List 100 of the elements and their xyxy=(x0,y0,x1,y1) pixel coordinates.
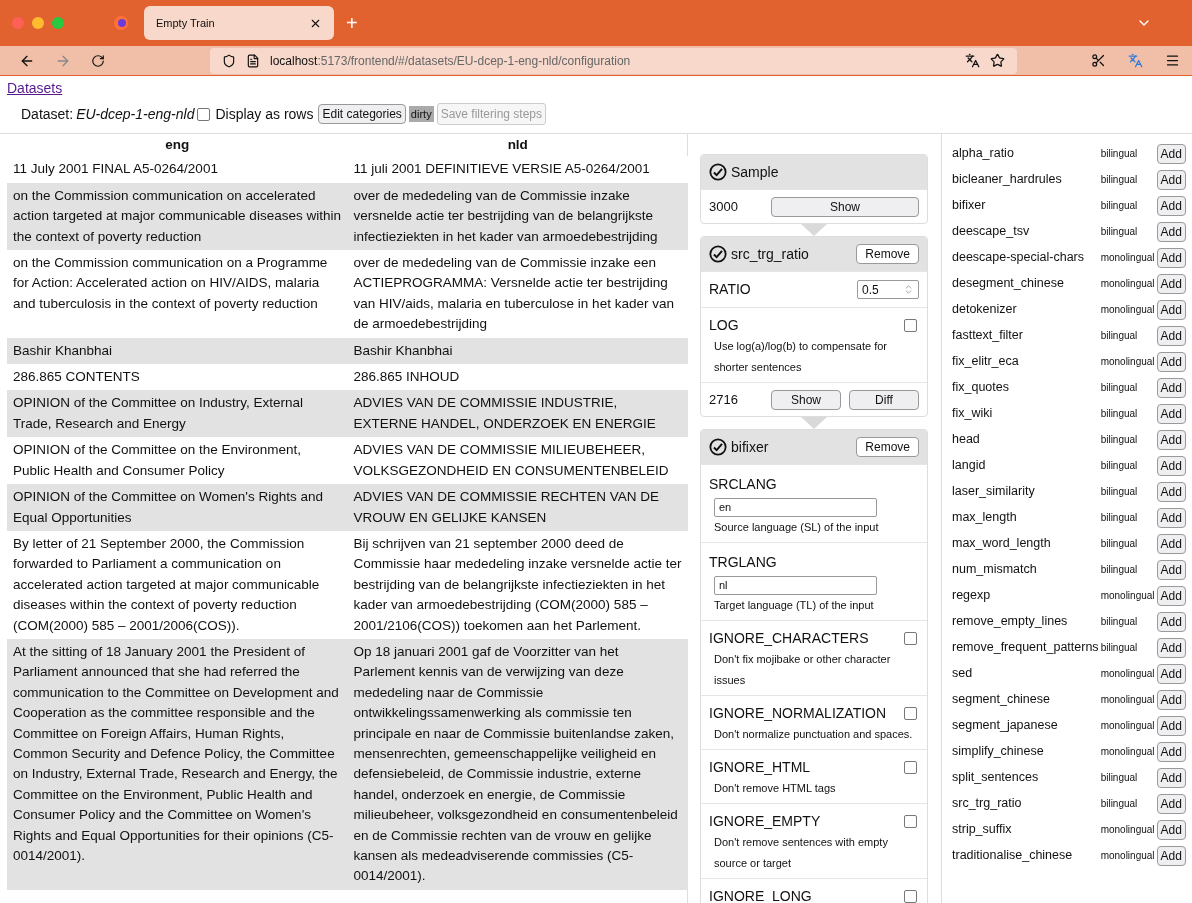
filter-type: bilingual xyxy=(1100,322,1157,348)
parameter-name: SRCLANG xyxy=(709,476,777,492)
filter-type: monolingual xyxy=(1100,348,1157,374)
table-cell: OPINION of the Committee on the Environment, Public Health and Consumer Policy xyxy=(7,437,348,485)
parameter-name: IGNORE_HTML xyxy=(709,758,811,777)
add-button[interactable]: Add xyxy=(1156,274,1186,294)
add-button[interactable]: Add xyxy=(1156,534,1186,554)
step-title: src_trg_ratio xyxy=(731,244,810,264)
add-button[interactable]: Add xyxy=(1156,742,1186,762)
add-button[interactable]: Add xyxy=(1156,560,1186,580)
add-button[interactable]: Add xyxy=(1156,508,1186,528)
browser-tab[interactable]: Empty Train xyxy=(144,6,334,40)
add-button[interactable]: Add xyxy=(1156,300,1186,320)
table-cell: ADVIES VAN DE COMMISSIE RECHTEN VAN DE VROUW EN GELIJKE KANSEN xyxy=(347,484,688,531)
filter-type: monolingual xyxy=(1100,686,1157,712)
filter-type: monolingual xyxy=(1100,582,1157,608)
checkbox[interactable] xyxy=(904,890,917,903)
add-button[interactable]: Add xyxy=(1156,482,1186,502)
filter-type: monolingual xyxy=(1100,270,1157,296)
table-cell: By letter of 21 September 2000, the Commission forwarded to Parliament a communication on accelerated action targeted at major communicable diseases within the context of poverty reduction (COM(2000) 585 – 2001/2006(COS)). xyxy=(7,530,348,639)
remove-button[interactable]: Remove xyxy=(856,244,919,264)
table-cell: 286.865 CONTENTS xyxy=(7,364,348,391)
table-cell: Op 18 januari 2001 gaf de Voorzitter van het Parlement kennis van de verwijzing van deze mededeling naar de Commissie ontwikkelingssamenwerking als commissie ten principale en naar de Commissie buitenlandse zaken, mensenrechten, gemeenschappelijke veiligheid en defensiebeleid, de Commissie industrie, externe handel, onderzoek en energie, de Commissie milieubeheer, volksgezondheid en consumentenbeleid en de Commissie rechten van de vrouw en gelijke kansen als medeadviserende commissies (C5-0014/2001). xyxy=(347,638,688,890)
filter-name: src_trg_ratio xyxy=(952,790,1101,816)
status-badge: dirty xyxy=(408,105,434,123)
text-field[interactable]: nl xyxy=(714,576,877,595)
edit-categories-button[interactable]: Edit categories xyxy=(318,104,406,124)
parameter-name: RATIO xyxy=(709,280,751,299)
add-button[interactable]: Add xyxy=(1156,456,1186,476)
checkbox[interactable] xyxy=(904,815,917,828)
filter-name: num_mismatch xyxy=(952,556,1101,582)
filter-type: monolingual xyxy=(1100,660,1157,686)
filter-name: segment_chinese xyxy=(952,686,1101,712)
table-cell: Bashir Khanbhai xyxy=(347,337,688,365)
add-button[interactable]: Add xyxy=(1156,768,1186,788)
filter-name: regexp xyxy=(952,582,1101,608)
bookmark-star-icon[interactable] xyxy=(990,53,1005,68)
step-button[interactable]: Diff xyxy=(849,389,919,410)
add-button[interactable]: Add xyxy=(1156,404,1186,424)
filter-type: bilingual xyxy=(1100,608,1157,634)
add-button[interactable]: Add xyxy=(1156,586,1186,606)
text-field[interactable]: en xyxy=(714,498,877,517)
table-cell: ADVIES VAN DE COMMISSIE INDUSTRIE, EXTERNE HANDEL, ONDERZOEK EN ENERGIE xyxy=(347,390,688,438)
filter-name: alpha_ratio xyxy=(952,140,1101,166)
reload-icon[interactable] xyxy=(91,53,105,68)
step-button[interactable]: Show xyxy=(771,389,841,410)
table-cell: Bij schrijven van 21 september 2000 deed de Commissie haar mededeling inzake versnelde actie ter bestrijding van de belangrijkste infectieziekten in het kader van armoedebestrijding (COM(2000) 585 – 2001/2106(COS)) toekomen aan het Parlement. xyxy=(347,530,688,639)
add-button[interactable]: Add xyxy=(1156,716,1186,736)
add-button[interactable]: Add xyxy=(1156,222,1186,242)
breadcrumb-link[interactable]: Datasets xyxy=(7,80,63,96)
translate-icon[interactable] xyxy=(965,53,980,68)
table-cell: 286.865 INHOUD xyxy=(347,364,688,391)
translate-extension-icon[interactable] xyxy=(1128,53,1143,68)
page-icon xyxy=(246,53,260,68)
checkbox[interactable] xyxy=(904,761,917,774)
parameter-description: Don't remove HTML tags xyxy=(713,781,837,796)
add-button[interactable]: Add xyxy=(1156,430,1186,450)
checkbox[interactable] xyxy=(904,707,917,720)
filter-type: monolingual xyxy=(1100,244,1157,270)
add-button[interactable]: Add xyxy=(1156,170,1186,190)
add-button[interactable]: Add xyxy=(1156,196,1186,216)
add-button[interactable]: Add xyxy=(1156,820,1186,840)
menu-icon[interactable] xyxy=(1165,53,1180,68)
filter-name: head xyxy=(952,426,1101,452)
filter-name: langid xyxy=(952,452,1101,478)
parameter-name: LOG xyxy=(709,316,739,335)
shield-icon xyxy=(222,53,236,68)
filter-type: monolingual xyxy=(1100,296,1157,322)
dataset-name: EU-dcep-1-eng-nld xyxy=(76,104,195,124)
checkbox[interactable] xyxy=(904,319,917,332)
table-cell: over de mededeling van de Commissie inzake versnelde actie ter bestrijding van de belangrijkste infectieziekten in het kader van armoedebestrijding xyxy=(347,182,688,251)
filter-type: bilingual xyxy=(1100,140,1157,166)
number-field[interactable]: 0.5 xyxy=(857,280,919,299)
checkbox[interactable] xyxy=(904,632,917,645)
step-button[interactable]: Show xyxy=(771,196,919,217)
screenshot-icon[interactable] xyxy=(1091,53,1106,68)
check-circle-icon xyxy=(709,163,727,181)
filter-type: bilingual xyxy=(1100,166,1157,192)
parameter-description: Don't fix mojibake or other character issues xyxy=(713,652,892,688)
add-button[interactable]: Add xyxy=(1156,378,1186,398)
filter-name: strip_suffix xyxy=(952,816,1101,842)
checkbox[interactable] xyxy=(197,107,211,121)
row-count: 3000 xyxy=(709,197,739,216)
add-button[interactable]: Add xyxy=(1156,638,1186,658)
add-button[interactable]: Add xyxy=(1156,352,1186,372)
address-bar[interactable]: localhost:5173/frontend/#/datasets/EU-dcep-1-eng-nld/configuration xyxy=(210,47,1017,74)
column-header: nld xyxy=(347,134,688,157)
table-cell: OPINION of the Committee on Industry, External Trade, Research and Energy xyxy=(7,390,348,438)
add-button[interactable]: Add xyxy=(1156,664,1186,684)
add-button[interactable]: Add xyxy=(1156,846,1186,866)
remove-button[interactable]: Remove xyxy=(856,437,919,457)
filter-type: bilingual xyxy=(1100,426,1157,452)
add-button[interactable]: Add xyxy=(1156,326,1186,346)
filter-type: bilingual xyxy=(1100,218,1157,244)
add-button[interactable]: Add xyxy=(1156,144,1186,164)
filter-type: bilingual xyxy=(1100,400,1157,426)
add-button[interactable]: Add xyxy=(1156,690,1186,710)
add-button[interactable]: Add xyxy=(1156,248,1186,268)
add-button[interactable]: Add xyxy=(1156,612,1186,632)
add-button[interactable]: Add xyxy=(1156,794,1186,814)
